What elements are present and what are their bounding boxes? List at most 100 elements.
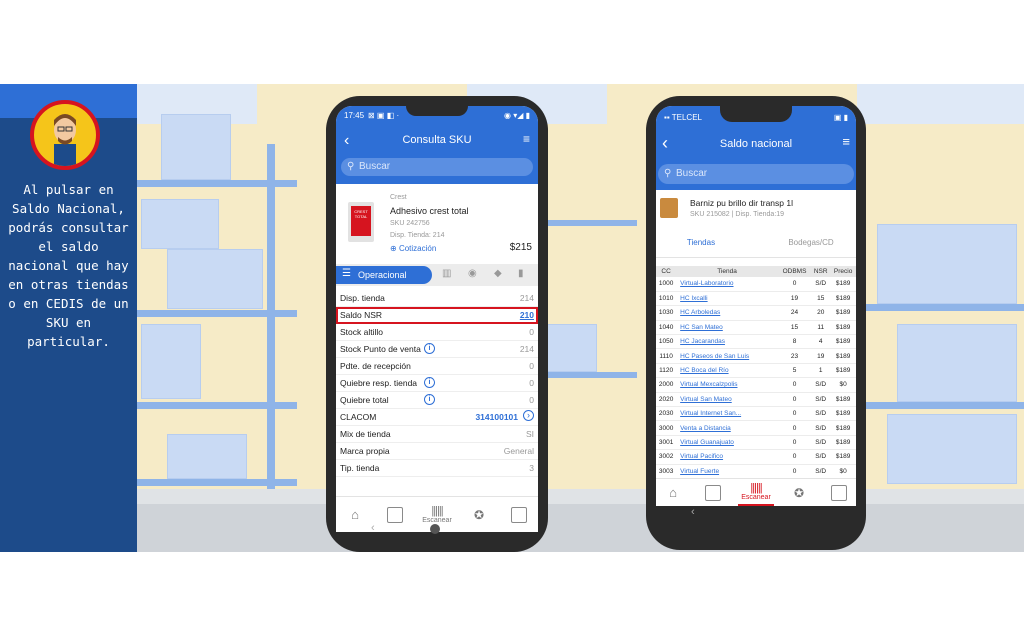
product-image: CREST TOTAL [348,202,374,242]
store-link[interactable]: Virtual Guanajuato [676,435,778,451]
shelf [857,402,1024,409]
detail-row: Stock Punto de venta i 214 [336,341,538,358]
table-cell: 1 [811,363,831,379]
tab-operacional[interactable]: ☰ Operacional [336,266,432,284]
chart-icon[interactable]: ▥ [442,268,451,279]
menu-icon[interactable]: ≡ [523,132,530,146]
store-link[interactable]: Virtual Internet San... [676,406,778,422]
cotizacion-link[interactable]: ⊕ Cotización [390,244,436,253]
system-back-icon[interactable]: ‹ [691,506,695,518]
detail-label: Quiebre resp. tienda [340,378,418,388]
system-back-icon[interactable]: ‹ [371,522,375,534]
store-link[interactable]: Virtual Fuerte [676,464,778,478]
table-row: 3001 Virtual Guanajuato 0 S/D $189 [656,435,856,451]
home-icon: ⌂ [669,485,677,500]
store-link[interactable]: Virtual Pacifico [676,449,778,465]
nav-tools[interactable] [380,497,410,532]
store-link[interactable]: HC San Mateo [676,320,778,336]
badge-icon: ✪ [473,507,485,522]
detail-label: Pdte. de recepción [340,361,411,371]
nav-escanear-label: Escanear [422,517,452,524]
search-icon: ⚲ [347,161,355,172]
product-disp: Disp. Tienda: 214 [390,232,445,239]
store-link[interactable]: Venta a Distancia [676,420,778,436]
store-link[interactable]: HC Paseos de San Luis [676,348,778,364]
table-cell: S/D [811,449,831,465]
nav-list[interactable] [824,479,854,506]
table-row: 1030 HC Arboledas 24 20 $189 [656,305,856,321]
nav-home[interactable]: ⌂ [658,479,688,506]
table-row: 1010 HC Ixcalli 19 15 $189 [656,291,856,307]
info-icon[interactable]: i [424,377,435,388]
tab-tiendas[interactable]: Tiendas [656,238,746,247]
camera-notch [720,106,792,122]
detail-label: Mix de tienda [340,429,391,439]
table-cell: $189 [830,435,856,451]
store-link[interactable]: Virtual Mexcalzpolis [676,377,778,393]
detail-value: General [503,446,534,456]
table-cell: $189 [830,320,856,336]
system-home-button[interactable] [430,524,440,534]
document-icon[interactable]: ▮ [518,268,524,279]
nav-badge[interactable]: ✪ [784,479,814,506]
table-cell: $189 [830,406,856,422]
shelf-post [267,144,275,489]
status-carrier: ▪▪ TELCEL [664,113,702,122]
page-title: Consulta SKU [402,134,472,146]
detail-row: Stock altillo 0 [336,324,538,341]
store-link[interactable]: Virtual San Mateo [676,392,778,408]
nav-tools[interactable] [698,479,728,506]
tools-icon [705,484,721,501]
detail-row: Pdte. de recepción 0 [336,358,538,375]
store-link[interactable]: HC Arboledas [676,305,778,321]
table-row: 2000 Virtual Mexcalzpolis 0 S/D $0 [656,377,856,393]
table-cell: $189 [830,277,856,292]
detail-list: Disp. tienda 214 Saldo NSR 210 Stock altillo… [336,290,538,480]
list-icon: ☰ [342,268,351,279]
table-cell: 0 [777,406,812,422]
store-link[interactable]: HC Jacarandas [676,334,778,350]
table-cell: 20 [811,305,831,321]
store-link[interactable]: HC Ixcalli [676,291,778,307]
detail-value: 0 [529,361,534,371]
table-cell: 19 [811,348,831,364]
detail-value: 3 [529,463,534,473]
floor [137,504,1024,552]
nav-escanear[interactable]: |||||| Escanear [738,479,774,506]
detail-label: Stock altillo [340,327,383,337]
column-header: CC [656,266,677,277]
search-input[interactable]: ⚲ Buscar [658,164,854,184]
shelf [537,220,637,226]
product-brand: Crest [390,194,407,201]
table-cell: 1030 [656,305,677,321]
nav-home[interactable]: ⌂ [340,497,370,532]
detail-value: 314100101 [475,412,518,422]
table-cell: 0 [777,420,812,436]
saldo-table: CC Tienda ODBMS NSR Precio 1000 Virtual-Labor… [656,266,856,478]
tab-bodegas[interactable]: Bodegas/CD [766,238,856,247]
column-header: ODBMS [777,266,812,277]
info-icon[interactable]: i [424,343,435,354]
filter-icon[interactable]: ≡ [842,134,850,149]
detail-value: 0 [529,327,534,337]
tag-icon[interactable]: ◆ [494,268,502,279]
table-cell: 15 [777,320,812,336]
chevron-right-icon[interactable]: › [523,410,534,421]
phone-screen: ▪▪ TELCEL ▣ ▮ ‹ Saldo nacional ≡ ⚲ Busca… [656,106,856,506]
home-icon: ⌂ [351,507,359,522]
list-doc-icon [511,506,527,523]
location-icon[interactable]: ◉ [468,268,477,279]
store-link[interactable]: HC Boca del Río [676,363,778,379]
info-icon[interactable]: i [424,394,435,405]
nav-list[interactable] [504,497,534,532]
search-input[interactable]: ⚲ Buscar [341,158,533,176]
column-header: Precio [830,266,856,277]
warehouse-background [137,84,1024,552]
nav-badge[interactable]: ✪ [464,497,494,532]
store-link[interactable]: Virtual-Laboratorio [676,277,778,292]
table-cell: 4 [811,334,831,350]
barcode-icon: |||||| [750,482,762,494]
detail-label: Disp. tienda [340,293,385,303]
detail-value[interactable]: 210 [520,310,534,320]
table-cell: 24 [777,305,812,321]
